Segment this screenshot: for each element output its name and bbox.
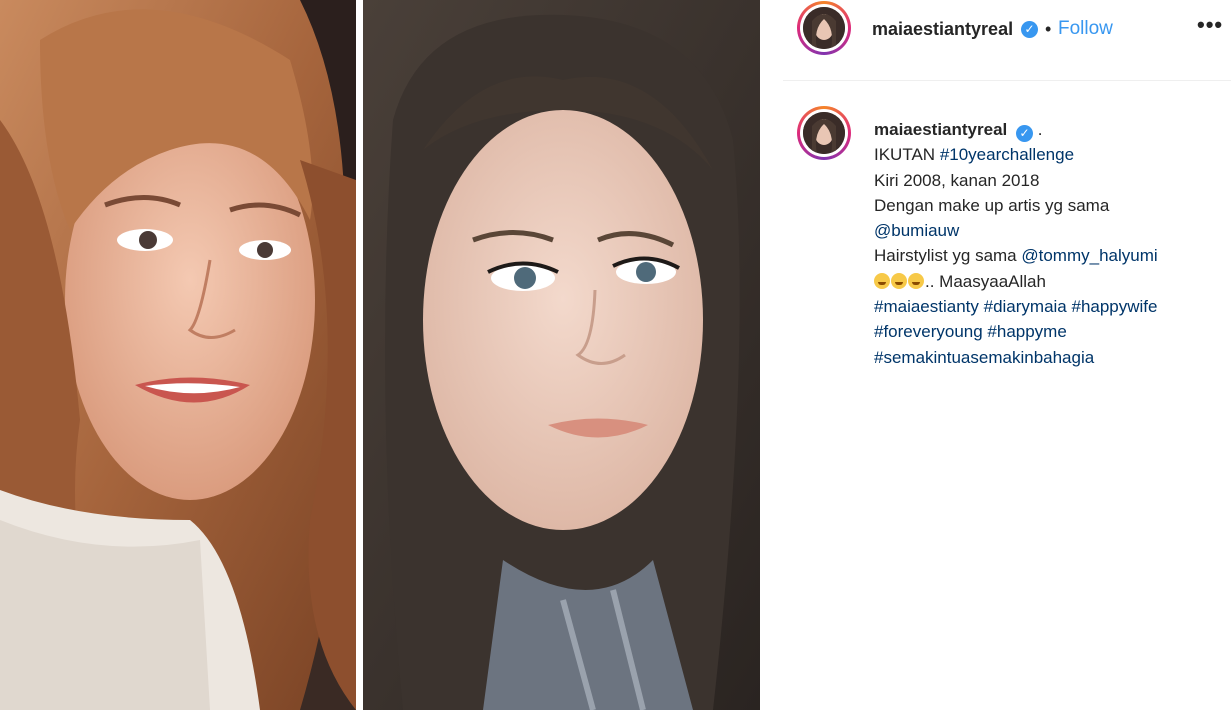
- hashtag-link[interactable]: #semakintuasemakinbahagia: [874, 348, 1094, 367]
- hashtag-link[interactable]: #maiaestianty #diarymaia #happywife: [874, 297, 1158, 316]
- post-caption: maiaestiantyreal ✓ . IKUTAN #10yearchall…: [874, 117, 1224, 370]
- follow-button[interactable]: Follow: [1058, 18, 1113, 40]
- laughing-emoji-icon: [891, 272, 907, 289]
- caption-text: Hairstylist yg sama: [874, 246, 1022, 266]
- caption-line: Hairstylist yg sama @tommy_halyumi: [874, 243, 1224, 268]
- hashtag-link[interactable]: #10yearchallenge: [940, 145, 1074, 164]
- caption-avatar[interactable]: [797, 106, 851, 160]
- caption-line: #semakintuasemakinbahagia: [874, 345, 1224, 370]
- caption-text: IKUTAN: [874, 145, 940, 165]
- caption-line: Dengan make up artis yg sama: [874, 195, 1110, 215]
- caption-text: .. MaasyaaAllah: [925, 271, 1046, 291]
- header-username[interactable]: maiaestiantyreal: [872, 19, 1013, 40]
- avatar[interactable]: [797, 1, 851, 55]
- caption-line: #maiaestianty #diarymaia #happywife: [874, 294, 1224, 319]
- caption-dot: .: [1037, 120, 1043, 139]
- caption-author-line: maiaestiantyreal ✓ .: [874, 117, 1224, 142]
- mention-link[interactable]: @bumiauw: [874, 221, 959, 240]
- photo-2008: [0, 0, 356, 710]
- mention-link[interactable]: @tommy_halyumi: [1021, 246, 1157, 265]
- caption-line: IKUTAN #10yearchallenge: [874, 142, 1224, 167]
- laughing-emoji-icon: [874, 272, 890, 289]
- caption-username[interactable]: maiaestiantyreal: [874, 120, 1007, 139]
- laughing-emoji-icon: [908, 272, 924, 289]
- caption-line: @bumiauw: [874, 218, 1224, 243]
- hashtag-link[interactable]: #foreveryoung #happyme: [874, 322, 1067, 341]
- more-options-icon[interactable]: •••: [1197, 12, 1223, 38]
- post-sidebar: maiaestiantyreal ✓ • Follow ••• maiaesti…: [783, 0, 1231, 710]
- post-header: maiaestiantyreal ✓ • Follow •••: [783, 0, 1231, 81]
- post-image[interactable]: [0, 0, 760, 710]
- caption-line: Kiri 2008, kanan 2018: [874, 170, 1040, 190]
- caption-verified-badge-icon: ✓: [1015, 125, 1033, 142]
- separator-dot: •: [1045, 19, 1052, 39]
- caption-line: .. MaasyaaAllah: [874, 269, 1224, 294]
- photo-2018: [363, 0, 760, 710]
- image-divider: [356, 0, 363, 710]
- caption-line: #foreveryoung #happyme: [874, 319, 1224, 344]
- verified-badge-icon: ✓: [1021, 21, 1038, 38]
